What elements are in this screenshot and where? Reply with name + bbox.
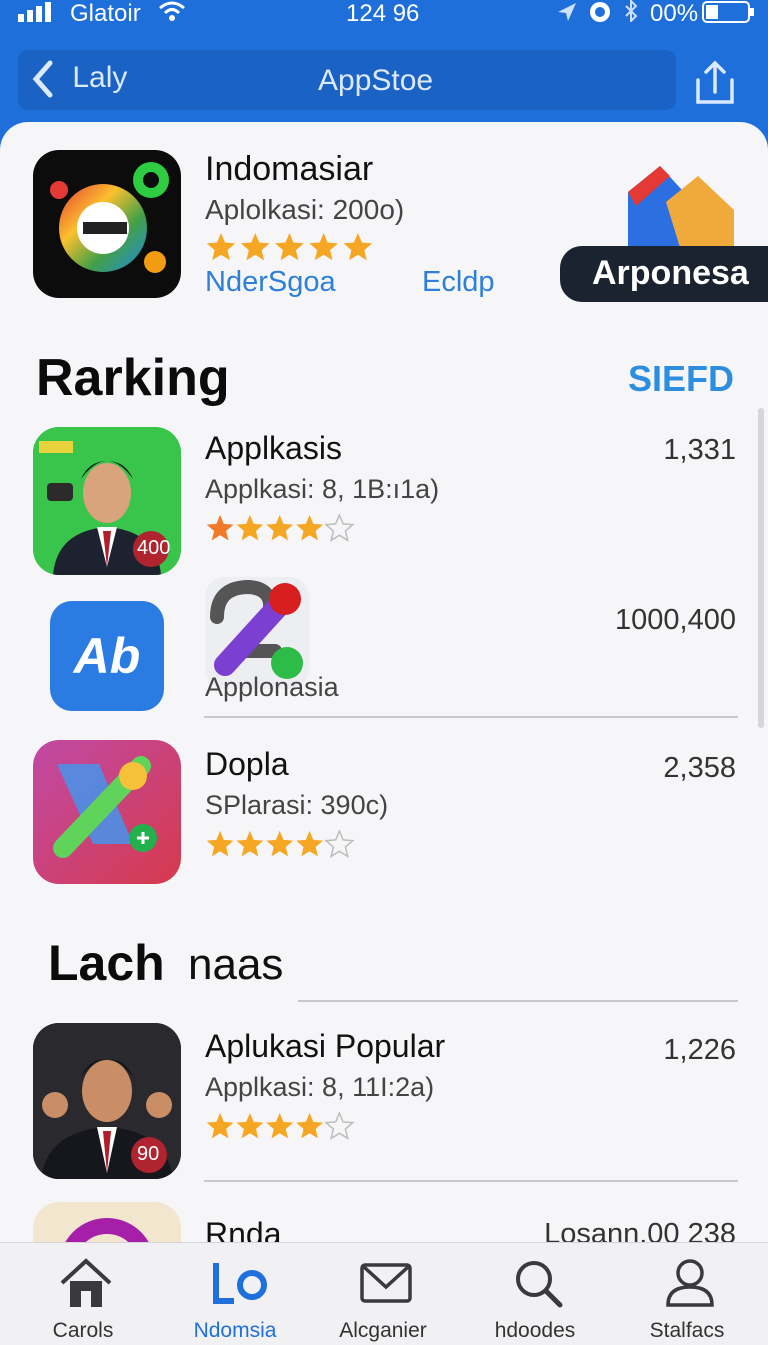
status-bar: Glatoir 124 96 00% xyxy=(0,0,768,30)
popular-item-subtitle: Applkasi: 8, 11I:2a) xyxy=(205,1072,435,1102)
profile-icon xyxy=(666,1259,714,1307)
ranking-item-icon-badge: 400 xyxy=(137,537,171,559)
wifi-icon xyxy=(159,1,185,21)
ranking-item-icon[interactable] xyxy=(33,740,181,884)
tab-ndomsia[interactable]: Ndomsia xyxy=(160,1243,310,1345)
featured-badge[interactable]: Arponesa xyxy=(560,246,768,302)
star-filled-icon xyxy=(206,233,236,261)
tab-hdoodes[interactable]: hdoodes xyxy=(460,1243,610,1345)
section-heading: Lach xyxy=(48,935,165,991)
ranking-item-count: 1000,400 xyxy=(615,604,736,636)
list-divider xyxy=(204,1180,738,1182)
battery-percent: 00% xyxy=(650,0,699,27)
featured-app-icon[interactable] xyxy=(33,150,181,298)
star-filled-icon xyxy=(236,1112,264,1139)
alarm-icon xyxy=(590,2,610,22)
status-time: 124 96 xyxy=(346,0,420,27)
location-icon xyxy=(558,3,576,21)
section-heading-light: naas xyxy=(188,940,284,989)
popular-item-icon-badge: 90 xyxy=(137,1143,160,1165)
star-empty-icon xyxy=(324,1112,355,1140)
ranking-item-name[interactable]: Applonasia xyxy=(205,672,339,703)
nav-bar: Laly AppStoe xyxy=(18,50,676,110)
dopla-logo-icon xyxy=(53,756,157,858)
back-label: Laly xyxy=(72,60,128,94)
featured-app-name[interactable]: Indomasiar xyxy=(205,150,373,189)
share-icon[interactable] xyxy=(690,58,740,108)
star-filled-icon xyxy=(206,1112,234,1139)
ranking-item-count: 1,331 xyxy=(663,434,736,466)
ranking-see-all-link[interactable]: SIEFD xyxy=(628,358,734,400)
featured-app-subtitle: Aplolkasi: 200o) xyxy=(205,194,405,225)
ranking-item-icon[interactable]: 400 xyxy=(33,427,181,575)
popular-item-count: 1,226 xyxy=(663,1034,736,1066)
section-divider xyxy=(298,1000,738,1002)
maps-logo-icon xyxy=(50,162,169,273)
star-filled-icon xyxy=(296,1112,323,1139)
rating-stars xyxy=(206,514,355,542)
tab-label: Ndomsia xyxy=(193,1319,277,1342)
signal-icon xyxy=(18,2,51,22)
tab-carols[interactable]: Carols xyxy=(8,1243,158,1345)
ranking-heading: Rarking xyxy=(36,349,230,407)
rating-stars xyxy=(206,233,373,261)
featured-link-right[interactable]: Ecldp xyxy=(422,266,495,299)
star-filled-icon xyxy=(266,1112,294,1139)
tab-alcganier[interactable]: Alcganier xyxy=(308,1243,458,1345)
popular-item-name[interactable]: Aplukasi Popular xyxy=(205,1028,445,1065)
star-filled-icon xyxy=(206,514,234,541)
page-title: AppStoe xyxy=(318,64,434,97)
ranking-item-subtitle: Applkasi: 8, 1B:ı1a) xyxy=(205,474,440,504)
star-filled-icon xyxy=(206,830,234,857)
battery-icon xyxy=(702,1,754,23)
star-filled-icon xyxy=(240,233,270,261)
content-sheet: Indomasiar Aplolkasi: 200o) NderSgoa Ecl… xyxy=(0,122,768,1344)
list-divider xyxy=(204,716,738,718)
search-icon xyxy=(516,1261,563,1308)
star-filled-icon xyxy=(343,233,373,261)
mail-icon xyxy=(360,1263,412,1303)
chevron-left-icon xyxy=(32,60,53,98)
featured-badge-label: Arponesa xyxy=(592,254,749,292)
tab-label: hdoodes xyxy=(494,1319,576,1342)
carrier-name: Glatoir xyxy=(70,0,141,27)
ab-app-icon[interactable]: Ab xyxy=(50,601,164,711)
star-empty-icon xyxy=(324,514,355,542)
scrollbar[interactable] xyxy=(758,408,764,728)
star-empty-icon xyxy=(324,830,355,858)
bluetooth-icon xyxy=(625,0,638,22)
tab-label: Stalfacs xyxy=(649,1319,725,1342)
star-filled-icon xyxy=(309,233,338,261)
featured-badge-logo-icon xyxy=(628,166,734,254)
home-icon xyxy=(60,1258,112,1307)
star-filled-icon xyxy=(275,233,304,261)
featured-link-left[interactable]: NderSgoa xyxy=(205,266,336,299)
rating-stars xyxy=(206,830,355,858)
back-button[interactable]: Laly xyxy=(32,60,127,98)
star-filled-icon xyxy=(236,830,264,857)
ranking-item-subtitle: SPlarasi: 390c) xyxy=(205,790,389,820)
popular-item-icon[interactable]: 90 xyxy=(33,1023,181,1179)
ab-app-icon-text: Ab xyxy=(73,628,141,684)
star-filled-icon xyxy=(296,514,323,541)
apps-tab-icon xyxy=(213,1263,267,1304)
tab-label: Alcganier xyxy=(339,1319,427,1342)
ranking-item-name[interactable]: Applkasis xyxy=(205,430,342,467)
rating-stars xyxy=(206,1112,355,1140)
tab-stalfacs[interactable]: Stalfacs xyxy=(612,1243,762,1345)
ranking-item-count: 2,358 xyxy=(663,752,736,784)
tab-bar: Carols Ndomsia Alcganier hdoodes Stalfac… xyxy=(0,1242,768,1345)
star-filled-icon xyxy=(266,830,294,857)
star-filled-icon xyxy=(236,514,264,541)
tab-label: Carols xyxy=(52,1319,114,1342)
ranking-item-name[interactable]: Dopla xyxy=(205,746,289,783)
star-filled-icon xyxy=(266,514,294,541)
star-filled-icon xyxy=(296,830,323,857)
